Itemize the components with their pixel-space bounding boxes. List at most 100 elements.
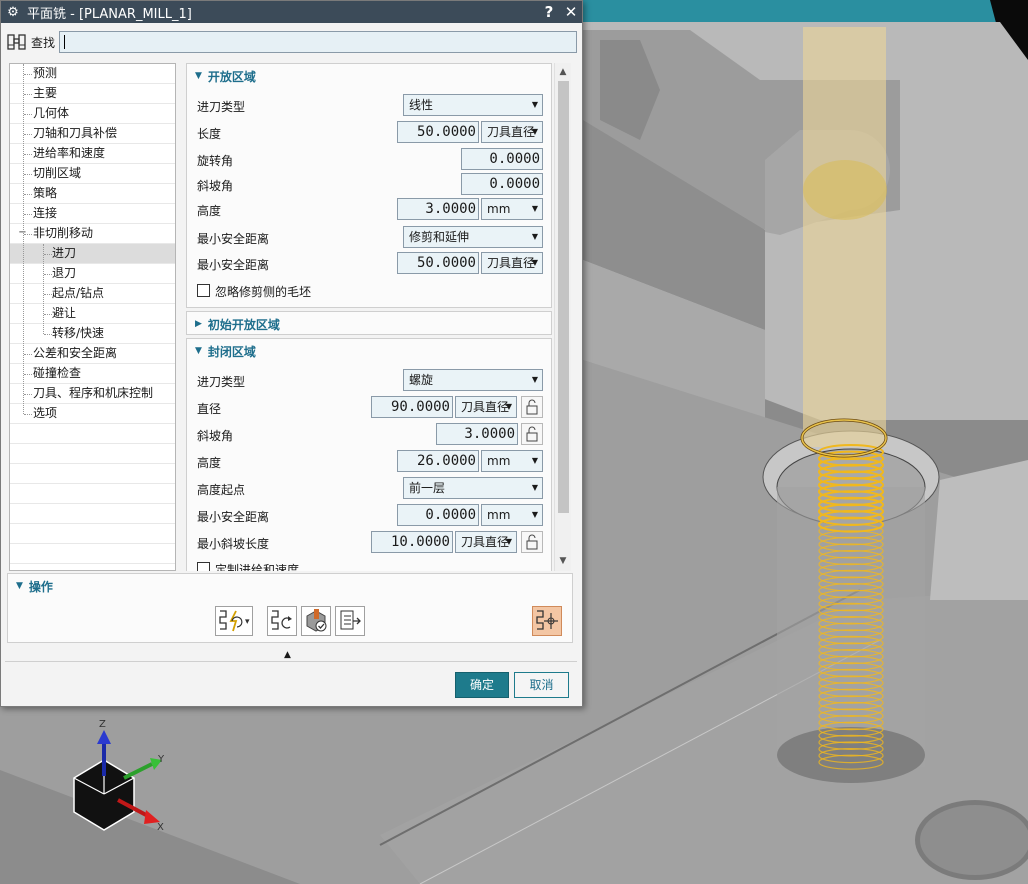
closed-height-row: 高度 26.0000 mm ▼ <box>195 450 545 474</box>
tree-item-13[interactable]: 避让 <box>10 304 175 324</box>
tree-item-18[interactable]: 选项 <box>10 404 175 424</box>
open-area-header[interactable]: ▼ 开放区域 <box>195 66 256 86</box>
tree-item-7[interactable]: 策略 <box>10 184 175 204</box>
closed-min-ramp-input[interactable]: 10.0000 <box>371 531 453 553</box>
closed-min-clear-input[interactable]: 0.0000 <box>397 504 479 526</box>
navigation-tree[interactable]: 预测主要 几何体 刀轴和刀具补偿 进给率和速度 切削区域 策略 连接 − 非切削移动进刀退刀 起点… <box>9 63 176 571</box>
search-input[interactable] <box>59 31 577 53</box>
tree-item-17[interactable]: 刀具、程序和机床控制 <box>10 384 175 404</box>
closed-engage-type-row: 进刀类型 螺旋 ▼ <box>195 369 545 393</box>
min-ramp-lock-button[interactable] <box>521 531 543 553</box>
open-ramp-input[interactable]: 0.0000 <box>461 173 543 195</box>
custom-feed-label: 定制进给和速度 <box>215 563 300 571</box>
closed-diameter-label: 直径 <box>197 402 222 416</box>
actions-header[interactable]: ▼ 操作 <box>16 576 53 596</box>
unlock-icon <box>526 399 538 415</box>
tree-item-label: 选项 <box>33 406 58 420</box>
dialog-titlebar[interactable]: ⚙ 平面铣 - [PLANAR_MILL_1] ? ✕ <box>1 1 582 23</box>
ramp-lock-button[interactable] <box>521 423 543 445</box>
initial-open-area-header[interactable]: ▶ 初始开放区域 <box>195 314 280 334</box>
closed-min-ramp-unit-dropdown[interactable]: 刀具直径 ▼ <box>455 531 517 553</box>
cancel-button[interactable]: 取消 <box>514 672 569 698</box>
tree-item-10[interactable]: 进刀 <box>10 244 175 264</box>
closed-diameter-input[interactable]: 90.0000 <box>371 396 453 418</box>
tree-item-11[interactable]: 退刀 <box>10 264 175 284</box>
dropdown-arrow-icon: ▼ <box>531 510 538 519</box>
help-button[interactable]: ? <box>538 3 560 21</box>
verify-button[interactable] <box>301 606 331 636</box>
generate-button[interactable]: ▾ <box>215 606 253 636</box>
closed-height-input[interactable]: 26.0000 <box>397 450 479 472</box>
open-min-clear2-row: 最小安全距离 50.0000 刀具直径 ▼ <box>195 252 545 276</box>
tree-item-16[interactable]: 碰撞检查 <box>10 364 175 384</box>
closed-engage-type-dropdown[interactable]: 螺旋 ▼ <box>403 369 543 391</box>
open-length-label: 长度 <box>197 127 222 141</box>
tree-item-label: 碰撞检查 <box>33 366 82 380</box>
open-min-clear-type-dropdown[interactable]: 修剪和延伸 ▼ <box>403 226 543 248</box>
open-height-input[interactable]: 3.0000 <box>397 198 479 220</box>
tree-item-5[interactable]: 进给率和速度 <box>10 144 175 164</box>
ok-button[interactable]: 确定 <box>455 672 509 698</box>
panel-scrollbar[interactable]: ▲ ▼ <box>554 63 571 571</box>
closed-area-section: ▼ 封闭区域 进刀类型 螺旋 ▼ 直径 90.0000 刀具直径 ▼ 斜坡角 3… <box>186 338 552 571</box>
custom-feed-checkbox[interactable] <box>197 562 210 571</box>
tree-connector <box>24 374 32 375</box>
closed-min-clear-unit-dropdown[interactable]: mm ▼ <box>481 504 543 526</box>
open-height-unit-dropdown[interactable]: mm ▼ <box>481 198 543 220</box>
display-path-button[interactable] <box>532 606 562 636</box>
tree-item-6[interactable]: 切削区域 <box>10 164 175 184</box>
tree-connector <box>24 134 32 135</box>
dropdown-arrow-icon: ▼ <box>531 456 538 465</box>
dropdown-arrow-icon: ▼ <box>531 204 538 213</box>
ignore-blank-checkbox[interactable] <box>197 284 210 297</box>
closed-height-from-value: 前一层 <box>409 481 446 495</box>
open-min-clear2-unit-value: 刀具直径 <box>487 256 536 270</box>
tree-item-9[interactable]: − 非切削移动 <box>10 224 175 244</box>
scrollbar-thumb[interactable] <box>558 81 569 513</box>
open-min-clear2-unit-dropdown[interactable]: 刀具直径 ▼ <box>481 252 543 274</box>
tree-item-2[interactable]: 主要 <box>10 84 175 104</box>
open-engage-type-dropdown[interactable]: 线性 ▼ <box>403 94 543 116</box>
initial-open-area-section: ▶ 初始开放区域 <box>186 311 552 335</box>
collapse-up-icon[interactable]: ▲ <box>284 650 291 660</box>
search-row: 查找 <box>5 29 577 55</box>
tree-item-label: 避让 <box>52 306 77 320</box>
gear-icon[interactable]: ⚙ <box>3 5 23 20</box>
path-display-icon <box>536 610 558 630</box>
replay-icon <box>271 610 292 630</box>
closed-ramp-input[interactable]: 3.0000 <box>436 423 518 445</box>
tree-empty-row <box>10 544 175 564</box>
tree-item-8[interactable]: 连接 <box>10 204 175 224</box>
closed-ramp-row: 斜坡角 3.0000 <box>195 423 545 447</box>
planar-mill-dialog: ⚙ 平面铣 - [PLANAR_MILL_1] ? ✕ 查找 预测主要 几何体 刀轴… <box>0 0 583 707</box>
closed-height-unit-dropdown[interactable]: mm ▼ <box>481 450 543 472</box>
tree-connector <box>44 334 52 335</box>
tree-item-1[interactable]: 预测 <box>10 64 175 84</box>
open-rotation-input[interactable]: 0.0000 <box>461 148 543 170</box>
tree-item-3[interactable]: 几何体 <box>10 104 175 124</box>
closed-engage-type-value: 螺旋 <box>409 373 434 387</box>
closed-diameter-unit-dropdown[interactable]: 刀具直径 ▼ <box>455 396 517 418</box>
open-length-input[interactable]: 50.0000 <box>397 121 479 143</box>
closed-area-title: 封闭区域 <box>207 344 256 359</box>
diameter-lock-button[interactable] <box>521 396 543 418</box>
tree-item-15[interactable]: 公差和安全距离 <box>10 344 175 364</box>
dropdown-arrow-icon: ▼ <box>531 100 538 109</box>
tree-connector <box>24 174 32 175</box>
scroll-up-icon[interactable]: ▲ <box>555 64 571 80</box>
scroll-down-icon[interactable]: ▼ <box>555 553 571 569</box>
tree-item-4[interactable]: 刀轴和刀具补偿 <box>10 124 175 144</box>
close-button[interactable]: ✕ <box>560 3 582 21</box>
open-length-unit-dropdown[interactable]: 刀具直径 ▼ <box>481 121 543 143</box>
tree-empty-row <box>10 424 175 444</box>
tree-item-12[interactable]: 起点/钻点 <box>10 284 175 304</box>
open-min-clear2-input[interactable]: 50.0000 <box>397 252 479 274</box>
tree-item-label: 预测 <box>33 66 58 80</box>
tree-item-14[interactable]: 转移/快速 <box>10 324 175 344</box>
closed-height-from-dropdown[interactable]: 前一层 ▼ <box>403 477 543 499</box>
tree-item-label: 进刀 <box>52 246 77 260</box>
open-ramp-label: 斜坡角 <box>197 179 234 193</box>
closed-area-header[interactable]: ▼ 封闭区域 <box>195 341 256 361</box>
list-button[interactable] <box>335 606 365 636</box>
replay-button[interactable] <box>267 606 297 636</box>
